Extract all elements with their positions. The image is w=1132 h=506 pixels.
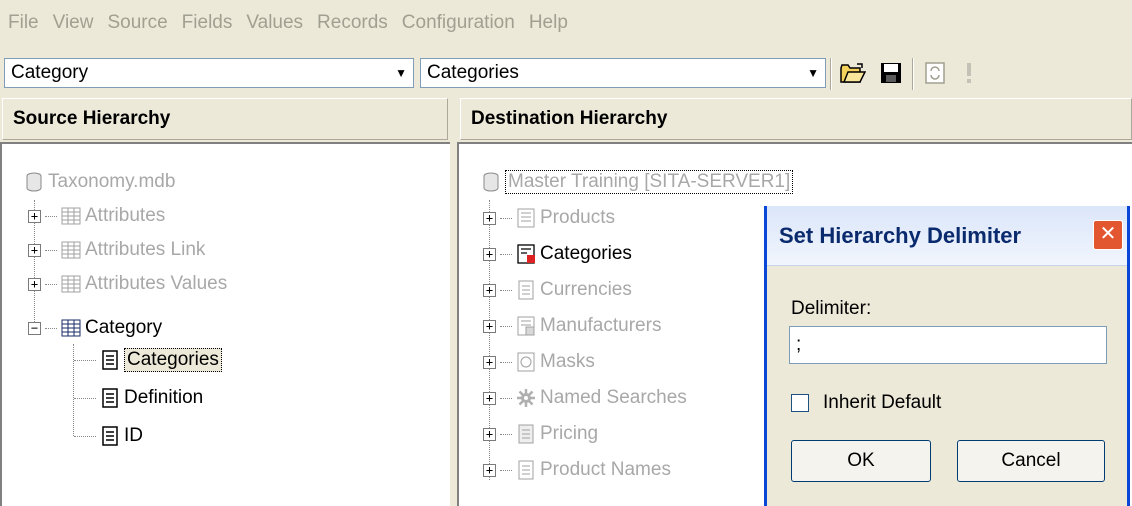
tree-item[interactable]: + Pricing: [483, 418, 598, 450]
menu-source[interactable]: Source: [107, 12, 167, 34]
tree-root[interactable]: Master Training [SITA-SERVER1]: [481, 166, 794, 198]
menu-fields[interactable]: Fields: [182, 12, 233, 34]
table-icon: [61, 240, 81, 260]
tree-item-label: Products: [540, 207, 615, 228]
table-icon: [516, 424, 536, 444]
expand-icon[interactable]: +: [483, 391, 496, 405]
source-tree-pane[interactable]: Taxonomy.mdb + Attributes + Attributes L…: [0, 142, 450, 506]
tree-item[interactable]: + Product Names: [483, 454, 671, 486]
menu-bar: File View Source Fields Values Records C…: [0, 0, 1132, 46]
tree-child-label: Definition: [124, 387, 204, 408]
expand-icon[interactable]: +: [28, 209, 41, 223]
destination-hierarchy-header: Destination Hierarchy: [460, 98, 1132, 140]
menu-records[interactable]: Records: [317, 12, 388, 34]
tree-item[interactable]: + Products: [483, 202, 615, 234]
manufacturers-table-icon: [516, 316, 536, 336]
gear-icon: [516, 388, 536, 408]
table-icon: [516, 460, 536, 480]
menu-help[interactable]: Help: [529, 12, 568, 34]
menu-configuration[interactable]: Configuration: [402, 12, 515, 34]
tree-item-label: Currencies: [540, 279, 632, 300]
delimiter-input[interactable]: ;: [789, 326, 1107, 364]
menu-view[interactable]: View: [53, 12, 94, 34]
tree-item-label: Attributes Values: [85, 273, 228, 294]
delimiter-label: Delimiter:: [791, 298, 872, 319]
open-folder-icon[interactable]: [838, 58, 868, 88]
toolbar-separator: [912, 58, 914, 90]
toolbar-separator: [830, 58, 832, 90]
tree-item[interactable]: + Currencies: [483, 274, 632, 306]
collapse-icon[interactable]: −: [28, 321, 41, 335]
tree-child-label: Categories: [124, 348, 222, 372]
tree-item[interactable]: + Named Searches: [483, 382, 687, 414]
tree-child-label: ID: [124, 425, 143, 446]
expand-icon[interactable]: +: [483, 283, 496, 297]
expand-icon[interactable]: +: [483, 211, 496, 225]
database-icon: [481, 172, 501, 192]
dialog-title: Set Hierarchy Delimiter: [767, 206, 1127, 266]
tree-item[interactable]: − Category: [28, 312, 162, 344]
expand-icon[interactable]: +: [483, 427, 496, 441]
field-icon: [100, 426, 120, 446]
table-icon: [516, 280, 536, 300]
tree-item[interactable]: + Categories: [483, 238, 632, 270]
tree-item-label: Attributes: [85, 205, 166, 226]
chevron-down-icon[interactable]: ▼: [395, 59, 407, 87]
close-icon[interactable]: ✕: [1093, 220, 1123, 250]
menu-values[interactable]: Values: [246, 12, 303, 34]
masks-icon: [516, 352, 536, 372]
exclamation-icon[interactable]: [954, 58, 984, 88]
products-table-icon: [516, 208, 536, 228]
tree-child[interactable]: ID: [74, 420, 143, 452]
menu-file[interactable]: File: [8, 12, 39, 34]
tree-root-label: Master Training [SITA-SERVER1]: [505, 170, 794, 194]
database-icon: [24, 172, 44, 192]
tree-child[interactable]: Categories: [74, 344, 222, 376]
source-hierarchy-header: Source Hierarchy: [2, 98, 448, 140]
expand-icon[interactable]: +: [483, 247, 496, 261]
tree-item-label: Categories: [540, 243, 632, 264]
categories-table-icon: [516, 244, 536, 264]
tree-item[interactable]: + Manufacturers: [483, 310, 661, 342]
tree-item[interactable]: + Attributes Values: [28, 268, 227, 300]
tree-item[interactable]: + Attributes: [28, 200, 165, 232]
table-icon: [61, 274, 81, 294]
tree-item-label: Product Names: [540, 459, 671, 480]
tree-item-label: Category: [85, 317, 163, 338]
pane-splitter[interactable]: [449, 98, 457, 506]
source-table-value: Category: [11, 62, 89, 83]
chevron-down-icon[interactable]: ▼: [807, 59, 819, 87]
cancel-button[interactable]: Cancel: [957, 440, 1105, 482]
tree-item-label: Pricing: [540, 423, 599, 444]
expand-icon[interactable]: +: [28, 277, 41, 291]
tree-root[interactable]: Taxonomy.mdb: [24, 166, 175, 198]
tree-item[interactable]: + Masks: [483, 346, 595, 378]
destination-table-select[interactable]: Categories ▼: [420, 58, 826, 88]
field-icon: [100, 350, 120, 370]
expand-icon[interactable]: +: [28, 243, 41, 257]
inherit-default-checkbox[interactable]: [791, 394, 809, 412]
tree-item[interactable]: + Attributes Link: [28, 234, 205, 266]
tree-item-label: Manufacturers: [540, 315, 662, 336]
field-icon: [100, 388, 120, 408]
ok-button[interactable]: OK: [791, 440, 931, 482]
tree-item-label: Masks: [540, 351, 595, 372]
table-icon: [61, 318, 81, 338]
tree-item-label: Attributes Link: [85, 239, 206, 260]
table-icon: [61, 206, 81, 226]
tree-item-label: Named Searches: [540, 387, 687, 408]
expand-icon[interactable]: +: [483, 463, 496, 477]
toolbar: Category ▼ Categories ▼: [0, 48, 1132, 96]
save-icon[interactable]: [876, 58, 906, 88]
expand-icon[interactable]: +: [483, 355, 496, 369]
refresh-icon[interactable]: [920, 58, 950, 88]
tree-root-label: Taxonomy.mdb: [48, 171, 176, 192]
tree-child[interactable]: Definition: [74, 382, 203, 414]
inherit-default-label[interactable]: Inherit Default: [823, 392, 941, 414]
destination-table-value: Categories: [427, 62, 519, 83]
expand-icon[interactable]: +: [483, 319, 496, 333]
source-table-select[interactable]: Category ▼: [4, 58, 414, 88]
set-hierarchy-delimiter-dialog: Set Hierarchy Delimiter ✕ Delimiter: ; I…: [764, 206, 1130, 506]
